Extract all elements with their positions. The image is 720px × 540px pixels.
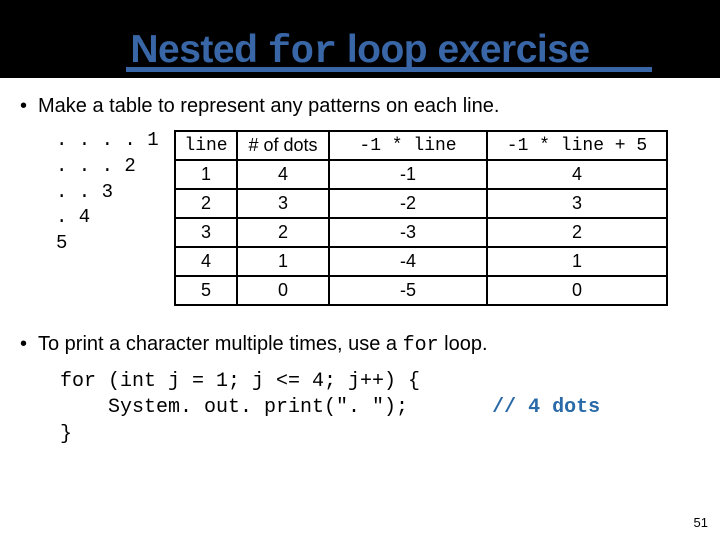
- dot-pattern: . . . . 1 . . . 2 . . 3 . 4 5: [56, 128, 166, 256]
- code-line-2: System. out. print(". ");: [60, 396, 492, 419]
- th-neg-line-plus5: -1 * line + 5: [487, 131, 667, 160]
- bullet-for-loop: To print a character multiple times, use…: [20, 332, 700, 358]
- title-keyword: for: [268, 30, 337, 74]
- table-row: 5 0 -5 0: [175, 276, 667, 305]
- cell: 3: [487, 189, 667, 218]
- cell: -4: [329, 247, 487, 276]
- table-row: 2 3 -2 3: [175, 189, 667, 218]
- cell: 4: [237, 160, 329, 189]
- cell: 2: [175, 189, 237, 218]
- bullet2-post: loop.: [439, 333, 488, 355]
- cell: 3: [237, 189, 329, 218]
- cell: 3: [175, 218, 237, 247]
- bullet2-keyword: for: [403, 334, 439, 357]
- pattern-table: line # of dots -1 * line -1 * line + 5 1…: [174, 130, 668, 306]
- title-post: loop exercise: [336, 28, 589, 71]
- bullet2-pre: To print a character multiple times, use…: [38, 333, 403, 355]
- cell: 1: [175, 160, 237, 189]
- cell: -3: [329, 218, 487, 247]
- cell: 1: [237, 247, 329, 276]
- code-line-3: }: [60, 423, 72, 446]
- bullet-make-table: Make a table to represent any patterns o…: [20, 94, 700, 118]
- slide-title: Nested for loop exercise: [130, 28, 589, 74]
- cell: 1: [487, 247, 667, 276]
- title-bar: Nested for loop exercise: [0, 0, 720, 78]
- table-header-row: line # of dots -1 * line -1 * line + 5: [175, 131, 667, 160]
- th-line: line: [175, 131, 237, 160]
- slide-body: Make a table to represent any patterns o…: [0, 78, 720, 448]
- table-row: 4 1 -4 1: [175, 247, 667, 276]
- cell: 5: [175, 276, 237, 305]
- cell: 2: [237, 218, 329, 247]
- cell: 4: [175, 247, 237, 276]
- page-number: 51: [694, 515, 708, 530]
- table-row: 3 2 -3 2: [175, 218, 667, 247]
- cell: 4: [487, 160, 667, 189]
- pattern-and-table-row: . . . . 1 . . . 2 . . 3 . 4 5 line # of …: [20, 128, 700, 306]
- cell: 0: [487, 276, 667, 305]
- th-neg-line: -1 * line: [329, 131, 487, 160]
- cell: -2: [329, 189, 487, 218]
- th-dots: # of dots: [237, 131, 329, 160]
- code-line-1: for (int j = 1; j <= 4; j++) {: [60, 370, 420, 393]
- table-row: 1 4 -1 4: [175, 160, 667, 189]
- code-block: for (int j = 1; j <= 4; j++) { System. o…: [20, 369, 700, 448]
- title-pre: Nested: [130, 28, 267, 71]
- code-comment: // 4 dots: [492, 396, 600, 419]
- cell: -5: [329, 276, 487, 305]
- cell: 0: [237, 276, 329, 305]
- cell: -1: [329, 160, 487, 189]
- cell: 2: [487, 218, 667, 247]
